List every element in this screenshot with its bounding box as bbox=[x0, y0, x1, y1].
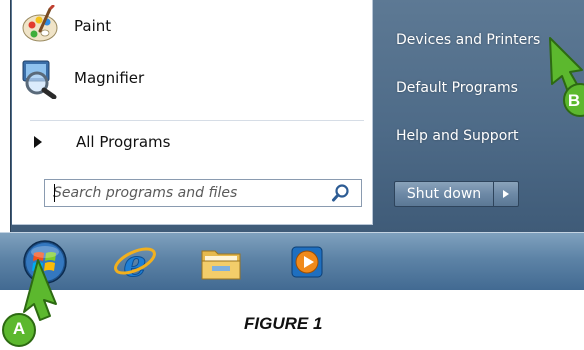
program-item-magnifier[interactable]: Magnifier bbox=[20, 54, 360, 102]
right-item-devices-and-printers[interactable]: Devices and Printers bbox=[396, 32, 540, 48]
shutdown-button[interactable]: Shut down bbox=[395, 182, 494, 206]
media-player-icon bbox=[291, 246, 323, 278]
shutdown-control: Shut down bbox=[394, 181, 519, 207]
taskbar-media-player[interactable] bbox=[284, 239, 330, 285]
search-icon[interactable] bbox=[331, 183, 351, 203]
start-menu: Paint Magnifier All Programs Search prog… bbox=[10, 0, 584, 232]
program-label-paint: Paint bbox=[74, 17, 112, 35]
callout-label-a: A bbox=[12, 319, 26, 338]
taskbar: e bbox=[0, 232, 584, 290]
figure-caption: FIGURE 1 bbox=[244, 314, 323, 333]
program-item-paint[interactable]: Paint bbox=[20, 2, 360, 50]
separator bbox=[30, 120, 364, 121]
all-programs-label: All Programs bbox=[76, 133, 171, 151]
right-item-default-programs[interactable]: Default Programs bbox=[396, 80, 518, 96]
text-caret bbox=[54, 184, 55, 202]
search-box[interactable] bbox=[44, 179, 362, 207]
right-item-help-and-support[interactable]: Help and Support bbox=[396, 128, 519, 144]
taskbar-internet-explorer[interactable]: e bbox=[112, 239, 158, 286]
paint-palette-icon bbox=[20, 4, 62, 47]
shutdown-options-arrow-icon[interactable] bbox=[494, 182, 518, 206]
triangle-right-icon bbox=[34, 136, 42, 148]
search-input[interactable] bbox=[53, 181, 331, 205]
start-menu-programs-pane: Paint Magnifier All Programs bbox=[12, 0, 373, 225]
all-programs-item[interactable]: All Programs bbox=[34, 130, 334, 154]
taskbar-windows-explorer[interactable] bbox=[198, 239, 244, 285]
windows-explorer-folder-icon bbox=[201, 250, 241, 280]
program-label-magnifier: Magnifier bbox=[74, 69, 145, 87]
callout-label-b: B bbox=[567, 91, 581, 110]
internet-explorer-icon: e bbox=[114, 243, 156, 286]
magnifier-icon bbox=[20, 57, 62, 100]
